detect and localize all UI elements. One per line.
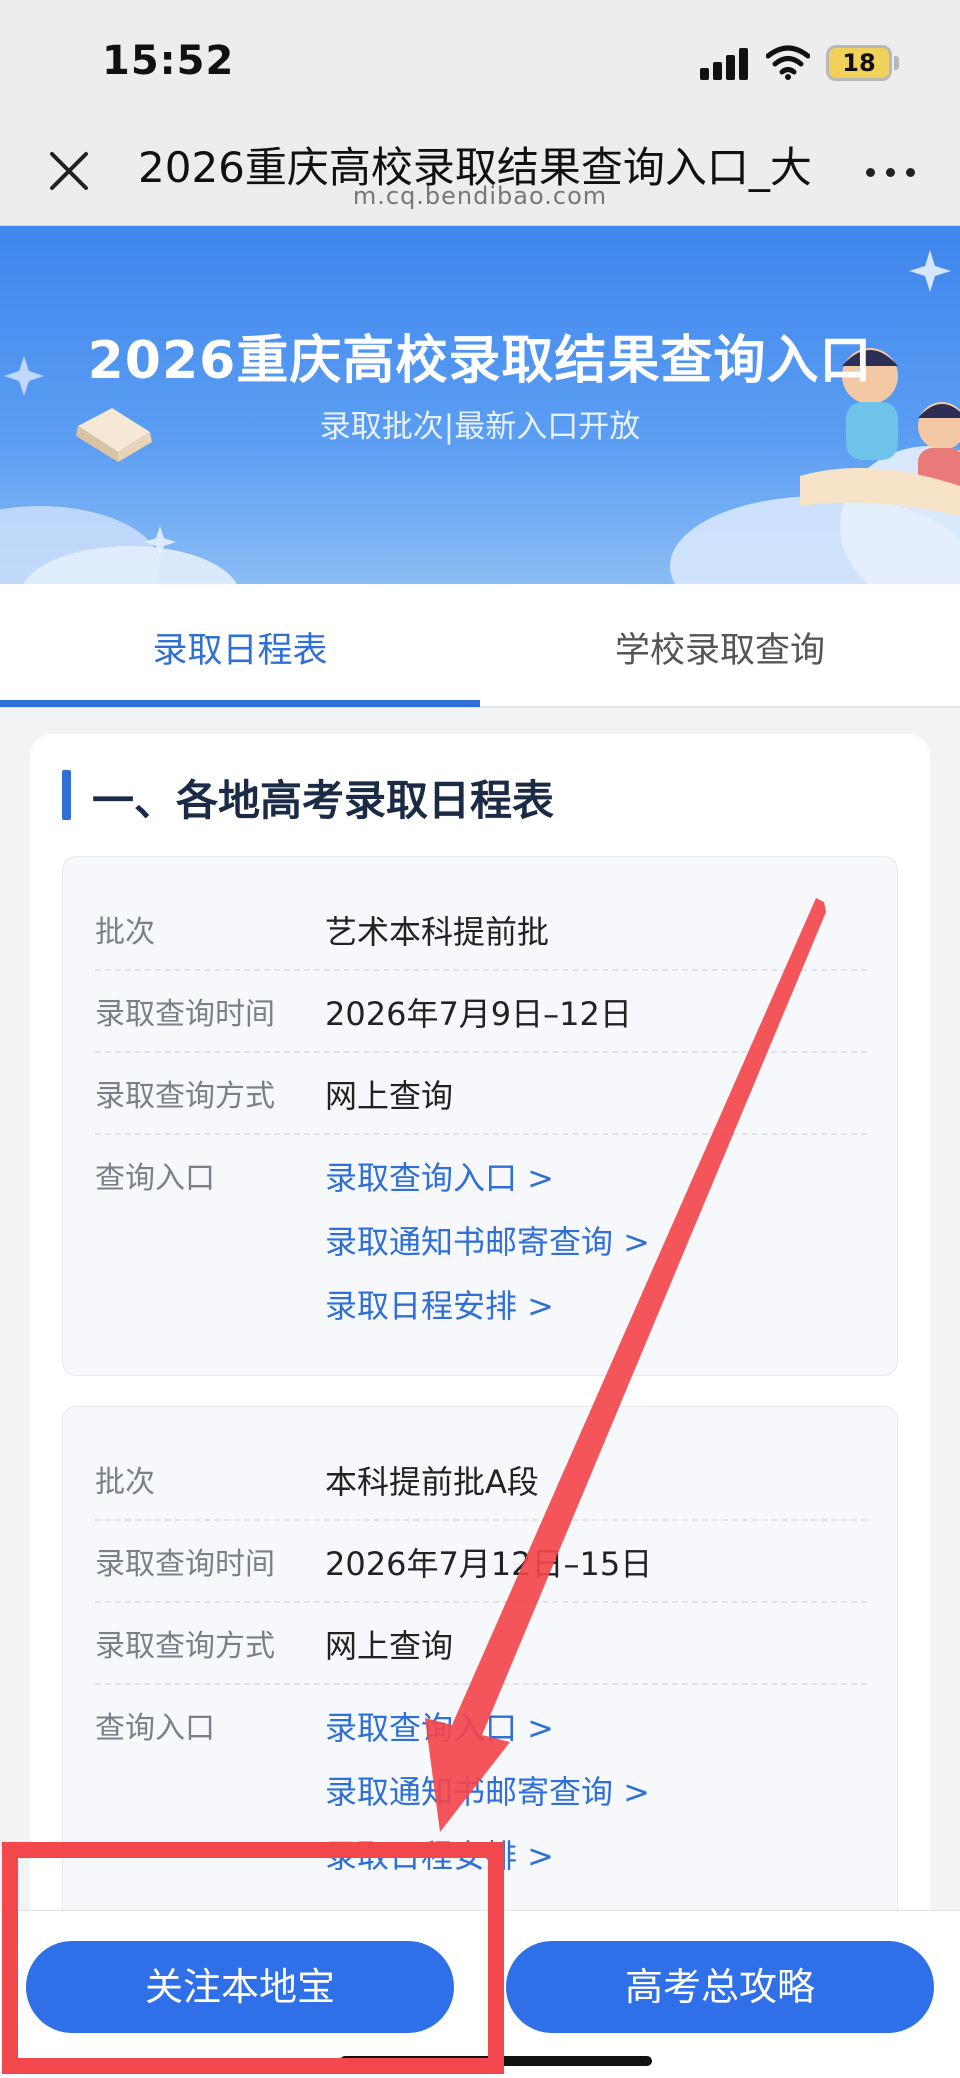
schedule-item: 批次 本科提前批A段 录取查询时间 2026年7月12日–15日 录取查询方式 … [62,1406,898,1966]
notice-mail-query-link[interactable]: 录取通知书邮寄查询 > [325,1767,650,1813]
admission-query-link[interactable]: 录取查询入口 > [325,1153,554,1199]
hero-banner: 2026重庆高校录取结果查询入口 录取批次|最新入口开放 [0,226,960,584]
banner-title: 2026重庆高校录取结果查询入口 [87,331,873,391]
cellular-signal-icon [700,46,750,80]
method-label: 录取查询方式 [95,1079,275,1114]
method-value: 网上查询 [325,1627,454,1665]
battery-icon: 18 [826,45,892,81]
tab-schedule[interactable]: 录取日程表 [0,622,480,673]
divider [95,969,867,971]
divider [95,1133,867,1135]
battery-level: 18 [842,49,876,77]
method-label: 录取查询方式 [95,1629,275,1664]
entry-row: 查询入口 录取查询入口 > 录取通知书邮寄查询 > 录取日程安排 > [95,1153,867,1353]
time-value: 2026年7月12日–15日 [325,1545,653,1583]
tab-school-query[interactable]: 学校录取查询 [480,622,960,673]
divider [95,1051,867,1053]
tab-bar: 录取日程表 学校录取查询 [0,584,960,708]
section-title: 一、各地高考录取日程表 [92,776,555,825]
page-url: m.cq.bendibao.com [352,182,608,210]
entry-label: 查询入口 [95,1161,215,1196]
entry-row: 查询入口 录取查询入口 > 录取通知书邮寄查询 > 录取日程安排 > [95,1703,867,1903]
clock: 15:52 [102,38,235,84]
divider [95,1601,867,1603]
admission-schedule-link[interactable]: 录取日程安排 > [325,1281,554,1327]
time-label: 录取查询时间 [95,1547,275,1582]
divider [95,1519,867,1521]
section-marker [62,770,71,820]
wifi-icon [766,45,810,80]
more-options-icon[interactable] [866,162,918,182]
admission-schedule-link[interactable]: 录取日程安排 > [325,1831,554,1877]
banner-subtitle: 录取批次|最新入口开放 [319,409,641,445]
notice-mail-query-link[interactable]: 录取通知书邮寄查询 > [325,1217,650,1263]
bottom-action-bar: 关注本地宝 高考总攻略 [0,1910,960,2078]
active-tab-indicator [0,700,480,707]
divider [95,1683,867,1685]
home-indicator [340,2056,652,2066]
status-bar: 15:52 18 [0,0,960,120]
batch-value: 艺术本科提前批 [325,913,550,951]
schedule-card: 一、各地高考录取日程表 批次 艺术本科提前批 录取查询时间 2026年7月9日–… [30,734,930,1966]
batch-label: 批次 [95,915,155,950]
schedule-item: 批次 艺术本科提前批 录取查询时间 2026年7月9日–12日 录取查询方式 网… [62,856,898,1376]
time-label: 录取查询时间 [95,997,275,1032]
entry-label: 查询入口 [95,1711,215,1746]
method-value: 网上查询 [325,1077,454,1115]
admission-query-link[interactable]: 录取查询入口 > [325,1703,554,1749]
browser-nav-bar: 2026重庆高校录取结果查询入口_大 m.cq.bendibao.com [0,120,960,226]
batch-value: 本科提前批A段 [325,1463,539,1501]
battery-cap [894,56,899,70]
batch-label: 批次 [95,1465,155,1500]
time-value: 2026年7月9日–12日 [325,995,632,1033]
follow-button[interactable]: 关注本地宝 [26,1941,454,2033]
gaokao-guide-button[interactable]: 高考总攻略 [506,1941,934,2033]
